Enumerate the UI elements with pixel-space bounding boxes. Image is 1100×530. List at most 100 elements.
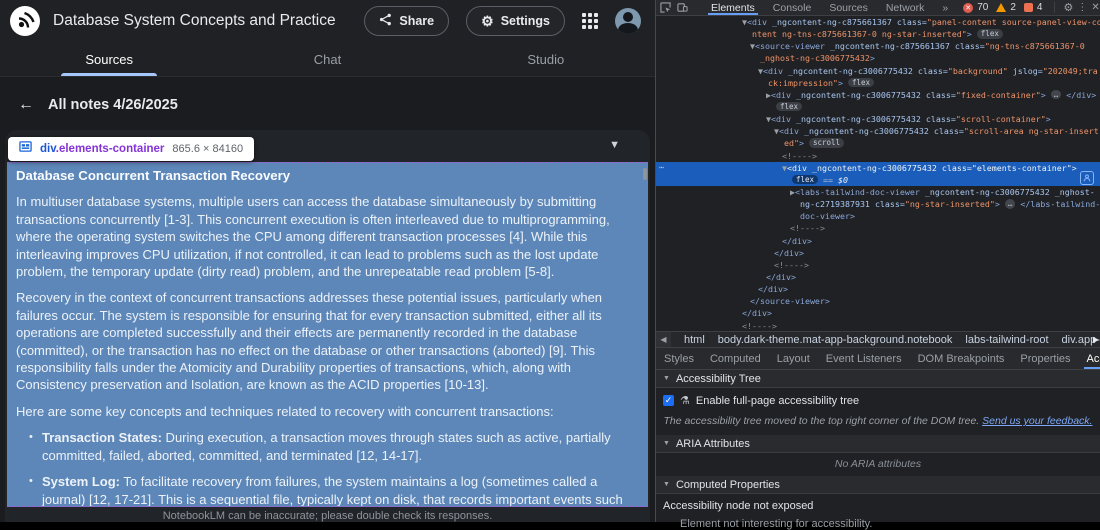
nav-tabs: Sources Chat Studio xyxy=(0,42,655,77)
settings-button-label: Settings xyxy=(500,14,550,28)
computed-properties-section-header[interactable]: ▼ Computed Properties xyxy=(656,476,1100,494)
accessibility-tree-toggle-icon[interactable] xyxy=(1080,170,1094,185)
settings-button[interactable]: ⚙ Settings xyxy=(466,6,565,36)
breadcrumb-item[interactable]: labs-tailwind-root xyxy=(965,334,1048,346)
panel-tab-layout[interactable]: Layout xyxy=(769,348,818,369)
devtools-tab-console[interactable]: Console xyxy=(764,0,821,15)
notebooklm-app: Database System Concepts and Practice Sh… xyxy=(0,0,655,522)
section-title: ARIA Attributes xyxy=(675,437,750,450)
panel-tab-properties[interactable]: Properties xyxy=(1012,348,1078,369)
avatar[interactable] xyxy=(615,8,641,34)
breadcrumb-item[interactable]: body.dark-theme.mat-app-background.noteb… xyxy=(718,334,953,346)
devtools-tabs: Elements Console Sources Network» xyxy=(702,0,957,15)
a11y-moved-message: The accessibility tree moved to the top … xyxy=(663,415,1093,427)
dom-tree-node[interactable]: ng-c2719387931 class="ng-star-inserted">… xyxy=(656,198,1100,210)
devtools-badges: ✕ 70 2 4 ⚙ ⋮ ✕ xyxy=(963,1,1100,14)
dom-tree-node[interactable]: ▼<div _ngcontent-ng-c875661367 class="pa… xyxy=(656,16,1100,28)
dom-tree-node[interactable]: _nghost-ng-c3006775432> xyxy=(656,52,1100,64)
doc-heading: Database Concurrent Transaction Recovery xyxy=(16,168,291,183)
app-header: Database System Concepts and Practice Sh… xyxy=(0,0,655,42)
issues-icon[interactable] xyxy=(1023,3,1033,12)
note-card: ▼ Database Concurrent Transaction Recove… xyxy=(5,130,650,522)
dom-tree-node[interactable]: flex == $0 xyxy=(656,170,1100,186)
dom-tree: ▼<div _ngcontent-ng-c875661367 class="pa… xyxy=(656,16,1100,331)
tooltip-selector: div.elements-container xyxy=(40,143,165,155)
dom-tree-node[interactable]: <!----> xyxy=(656,259,1100,271)
dom-tree-node[interactable]: </div> xyxy=(656,307,1100,319)
tab-studio[interactable]: Studio xyxy=(437,42,655,76)
panel-tab-computed[interactable]: Computed xyxy=(702,348,769,369)
enable-a11y-tree-row: ✓ ⚗ Enable full-page accessibility tree xyxy=(656,388,1100,411)
accessibility-tree-section-header[interactable]: ▼ Accessibility Tree xyxy=(656,370,1100,388)
issues-count[interactable]: 4 xyxy=(1037,2,1043,13)
page-title: Database System Concepts and Practice xyxy=(53,12,336,29)
close-icon[interactable]: ✕ xyxy=(1091,2,1099,13)
dom-tree-node[interactable]: ck:impression"> flex xyxy=(656,77,1100,89)
section-title: Computed Properties xyxy=(675,478,780,491)
inspect-element-icon[interactable] xyxy=(660,2,671,13)
devtools-tab-elements[interactable]: Elements xyxy=(702,0,764,15)
error-icon[interactable]: ✕ xyxy=(963,2,974,13)
chevron-down-icon: ▼ xyxy=(663,481,670,488)
dom-tree-node[interactable]: <!----> xyxy=(656,222,1100,234)
error-count[interactable]: 70 xyxy=(977,2,988,13)
dom-tree-node[interactable]: </source-viewer> xyxy=(656,295,1100,307)
tab-sources[interactable]: Sources xyxy=(0,42,218,76)
notebooklm-logo-icon xyxy=(10,6,40,36)
panel-tab-accessibility[interactable]: Accessibility xyxy=(1079,348,1100,369)
not-interesting-text: Element not interesting for accessibilit… xyxy=(680,518,873,530)
aria-attributes-section-header[interactable]: ▼ ARIA Attributes xyxy=(656,435,1100,453)
disclaimer-text: NotebookLM can be inaccurate; please dou… xyxy=(162,510,493,522)
sidebar-panel-tabs: Styles Computed Layout Event Listeners DOM B… xyxy=(656,348,1100,370)
document-content: Database Concurrent Transaction Recovery… xyxy=(7,162,648,507)
dom-tree-node[interactable]: ▼<div _ngcontent-ng-c3006775432 class="e… xyxy=(656,161,1100,174)
dom-tree-node[interactable]: </div> xyxy=(656,235,1100,247)
share-button[interactable]: Share xyxy=(364,6,450,36)
devtools-panel: Elements Console Sources Network» ✕ 70 2 4 … xyxy=(655,0,1100,530)
dom-tree-node[interactable]: <!----> xyxy=(656,320,1100,331)
breadcrumb-scroll-left-icon[interactable]: ◀ xyxy=(656,332,671,347)
dom-tree-node[interactable]: ed"> scroll xyxy=(656,137,1100,149)
dom-tree-node[interactable]: ▼<div _ngcontent-ng-c3006775432 class="b… xyxy=(656,65,1100,77)
enable-a11y-checkbox[interactable]: ✓ xyxy=(663,395,674,406)
dom-tree-node[interactable]: ▶<labs-tailwind-doc-viewer _ngcontent-ng… xyxy=(656,186,1100,198)
dom-tree-node[interactable]: </div> xyxy=(656,271,1100,283)
dom-tree-node[interactable]: ▼<div _ngcontent-ng-c3006775432 class="s… xyxy=(656,113,1100,125)
dom-tree-node[interactable]: </div> xyxy=(656,283,1100,295)
device-toolbar-icon[interactable] xyxy=(677,2,688,13)
tab-chat[interactable]: Chat xyxy=(218,42,436,76)
devtools-tab-more[interactable]: » xyxy=(933,0,957,15)
panel-tab-event-listeners[interactable]: Event Listeners xyxy=(818,348,910,369)
breadcrumb-scroll-right-icon[interactable]: ▶ xyxy=(1093,335,1099,344)
tooltip-dimensions: 865.6 × 84160 xyxy=(172,143,244,155)
chevron-down-icon: ▼ xyxy=(663,375,670,382)
devtools-tab-network[interactable]: Network xyxy=(877,0,934,15)
breadcrumb-item[interactable]: html xyxy=(684,334,705,346)
share-icon xyxy=(379,13,392,29)
apps-grid-icon[interactable] xyxy=(582,13,598,29)
dom-tree-node[interactable]: ▶<div _ngcontent-ng-c3006775432 class="f… xyxy=(656,89,1100,101)
dom-tree-node[interactable]: flex xyxy=(656,101,1100,113)
dom-tree-node[interactable]: doc-viewer> xyxy=(656,210,1100,222)
node-options-dots[interactable]: ⋯ xyxy=(659,162,664,174)
devtools-settings-icon[interactable]: ⚙ xyxy=(1063,1,1073,14)
experiment-flask-icon: ⚗ xyxy=(680,395,690,407)
share-button-label: Share xyxy=(399,14,435,28)
kebab-menu-icon[interactable]: ⋮ xyxy=(1077,2,1087,13)
dom-tree-node[interactable]: ▼<source-viewer _ngcontent-ng-c875661367… xyxy=(656,40,1100,52)
warning-count[interactable]: 2 xyxy=(1010,2,1016,13)
no-aria-message: No ARIA attributes xyxy=(834,458,922,470)
panel-tab-styles[interactable]: Styles xyxy=(656,348,702,369)
chevron-down-icon[interactable]: ▼ xyxy=(609,139,620,151)
dom-tree-node[interactable]: </div> xyxy=(656,247,1100,259)
panel-tab-dom-breakpoints[interactable]: DOM Breakpoints xyxy=(910,348,1013,369)
back-arrow-icon[interactable]: ← xyxy=(18,97,34,113)
dom-tree-node[interactable]: <!----> xyxy=(656,150,1100,162)
dom-tree-node[interactable]: ntent ng-tns-c875661367-0 ng-star-insert… xyxy=(656,28,1100,40)
dom-tree-node[interactable]: ▼<div _ngcontent-ng-c3006775432 class="s… xyxy=(656,125,1100,137)
enable-a11y-label: Enable full-page accessibility tree xyxy=(695,394,860,407)
feedback-link[interactable]: Send us your feedback. xyxy=(982,415,1092,427)
devtools-tab-sources[interactable]: Sources xyxy=(820,0,877,15)
warning-icon[interactable] xyxy=(996,3,1007,12)
scrollbar-thumb[interactable] xyxy=(643,168,647,180)
